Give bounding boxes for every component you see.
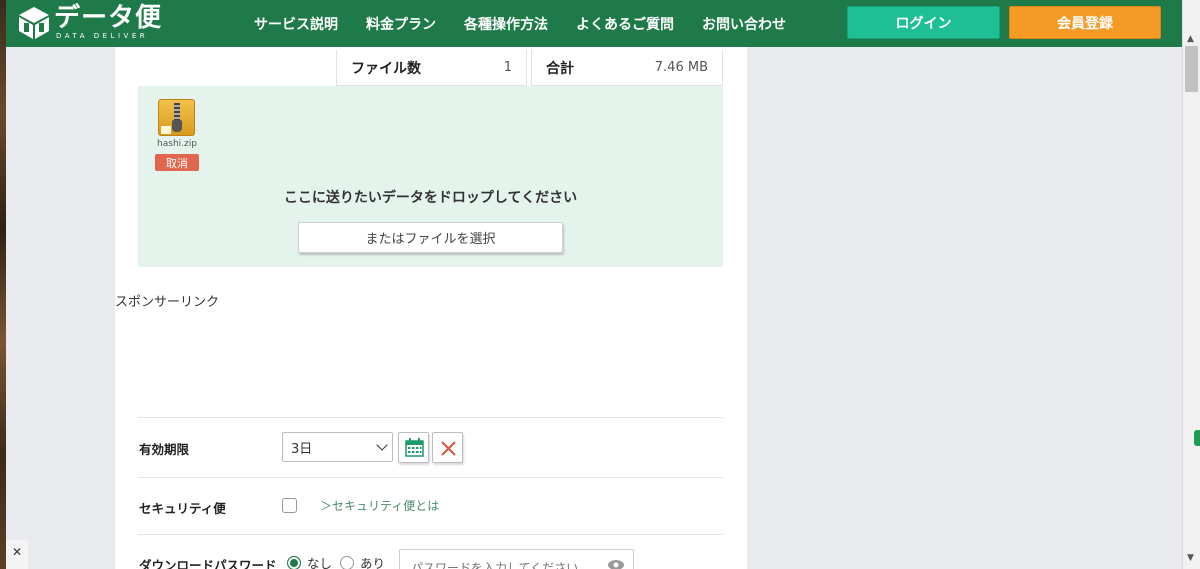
total-value: 7.46 MB (654, 60, 708, 75)
eye-icon[interactable] (607, 558, 625, 569)
nav-service[interactable]: サービス説明 (254, 14, 338, 34)
chevron-down-icon (376, 439, 388, 451)
cancel-file-button[interactable]: 取消 (155, 154, 199, 171)
total-size-box: 合計 7.46 MB (531, 50, 723, 86)
password-yes-radio[interactable] (340, 556, 354, 569)
logo-subtitle: DATA DELIVER (56, 32, 149, 40)
choose-file-button[interactable]: またはファイルを選択 (298, 222, 563, 253)
logo-title: データ便 (54, 3, 163, 33)
main-nav: サービス説明 料金プラン 各種操作方法 よくあるご質問 お問い合わせ (254, 0, 786, 47)
nav-pricing[interactable]: 料金プラン (366, 14, 436, 34)
password-none-radio[interactable] (287, 556, 301, 569)
nav-contact[interactable]: お問い合わせ (702, 14, 786, 34)
desktop-edge (0, 0, 6, 569)
password-none-label: なし (307, 556, 333, 569)
logo[interactable]: データ便 DATA DELIVER (18, 4, 162, 44)
divider (138, 417, 723, 418)
scrollbar[interactable]: ▲ ▼ (1182, 0, 1200, 569)
main-content: ファイル数 1 合計 7.46 MB hashi.zip 取消 ここに送りたいデ… (115, 47, 747, 569)
expiry-select[interactable]: 3日 (282, 432, 393, 462)
close-icon[interactable]: ✕ (12, 545, 22, 559)
security-info-link[interactable]: ＞セキュリティ便とは (320, 497, 439, 514)
file-count-label: ファイル数 (351, 60, 421, 77)
divider (138, 534, 723, 535)
drop-zone[interactable]: hashi.zip 取消 ここに送りたいデータをドロップしてください またはファ… (138, 86, 723, 267)
file-name: hashi.zip (157, 139, 197, 149)
scroll-down-icon[interactable]: ▼ (1187, 553, 1194, 563)
zip-file-icon (158, 99, 195, 136)
security-checkbox[interactable] (282, 498, 297, 513)
file-count-box: ファイル数 1 (336, 50, 527, 86)
calendar-button[interactable] (398, 432, 429, 463)
password-label: ダウンロードパスワード (139, 558, 277, 569)
clear-expiry-button[interactable] (432, 432, 463, 463)
password-yes-label: あり (360, 556, 386, 569)
scroll-up-icon[interactable]: ▲ (1187, 34, 1194, 44)
cube-logo-icon (19, 7, 49, 39)
register-button[interactable]: 会員登録 (1009, 6, 1161, 39)
divider (138, 477, 723, 478)
drop-instruction: ここに送りたいデータをドロップしてください (283, 190, 578, 206)
close-icon (441, 441, 456, 456)
scroll-thumb[interactable] (1185, 46, 1198, 92)
calendar-icon (405, 438, 424, 457)
expiry-label: 有効期限 (139, 442, 190, 457)
sponsor-label: スポンサーリンク (115, 295, 220, 310)
nav-faq[interactable]: よくあるご質問 (576, 14, 674, 34)
site-header: データ便 DATA DELIVER サービス説明 料金プラン 各種操作方法 よく… (6, 0, 1182, 47)
expiry-value: 3日 (291, 441, 313, 457)
file-count-value: 1 (503, 60, 512, 75)
nav-howto[interactable]: 各種操作方法 (464, 14, 548, 34)
login-button[interactable]: ログイン (847, 6, 1000, 39)
side-tab[interactable] (1194, 430, 1200, 446)
security-label: セキュリティ便 (139, 501, 226, 516)
total-label: 合計 (546, 60, 574, 77)
password-input[interactable] (399, 549, 634, 569)
